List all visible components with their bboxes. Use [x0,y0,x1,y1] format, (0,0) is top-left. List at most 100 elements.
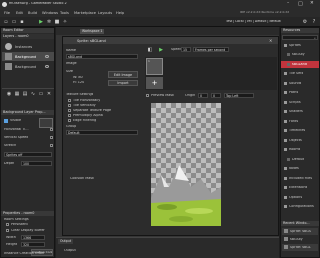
tab-workspace-1[interactable]: Workspace 1 [80,29,105,34]
tab-output[interactable]: Output [58,239,74,244]
resource-tree-item[interactable]: Tile Sets [281,71,319,78]
group-label: Group [66,125,77,128]
resource-tree-item[interactable]: Default [281,156,319,163]
minimize-button[interactable]: – [287,1,289,6]
resource-tree-item[interactable]: Shaders [281,109,319,116]
sprite-canvas[interactable] [145,101,277,235]
resource-label: Fonts [289,119,299,123]
width-field[interactable]: 1366 [21,235,45,240]
edit-image-button[interactable]: Edit Image [108,71,138,78]
tile-vertically-label: Tile Vertically [73,104,96,107]
origin-y-field[interactable]: 0 [211,93,221,98]
visibility-eye-icon[interactable] [45,65,49,68]
add-tile-layer-icon[interactable]: ▤ [22,91,28,97]
edge-filtering-checkbox[interactable] [68,119,71,122]
recent-item[interactable]: sBGSky [282,236,318,243]
add-path-layer-icon[interactable]: ∿ [30,91,36,97]
visible-checkbox[interactable] [4,119,8,123]
layers-header: Layers - room0 [1,34,54,39]
texture-settings-label[interactable]: Texture Settings [66,93,93,97]
resource-tree-item[interactable]: Options [281,194,319,201]
add-folder-icon[interactable]: ▭ [38,91,44,97]
new-project-icon[interactable]: ▫ [3,19,9,25]
frame-prev-icon[interactable]: ◧ [147,47,153,53]
height-field[interactable]: 320 [21,242,45,247]
resource-tree-item[interactable]: Timelines [281,128,319,135]
play-icon[interactable]: ▶ [38,19,44,25]
resources-search[interactable]: ⌕ [282,35,318,40]
folder-icon [284,148,287,151]
import-button[interactable]: Import [108,80,138,86]
speed-unit-dropdown[interactable]: Frames per second [193,47,229,52]
stop-icon[interactable]: ■ [54,19,60,25]
menu-help[interactable]: Help [116,11,124,15]
help-icon[interactable]: ? [311,19,317,25]
resource-tree-item[interactable]: sBGLand [281,61,319,68]
room-settings-header[interactable]: Room Settings [4,218,29,222]
clean-icon[interactable]: ✧ [62,19,68,25]
vtiled-checkbox[interactable] [50,136,53,139]
height-value: H: 120 [73,81,85,84]
origin-x-field[interactable]: 0 [198,93,208,98]
menu-layouts[interactable]: Layouts [98,11,112,15]
menu-tools[interactable]: Tools [60,11,69,15]
resource-tree-item[interactable]: Extensions [281,185,319,192]
resource-tree-item[interactable]: Rooms [281,147,319,154]
resource-tree-item[interactable]: Notes [281,166,319,173]
settings-icon[interactable]: ⚙ [302,19,308,25]
layer-item[interactable]: Background [2,62,54,71]
target-selector[interactable]: Test | Local | VM | Default | default [226,20,281,24]
stretch-checkbox[interactable] [50,144,53,147]
layer-item[interactable]: Instances [2,42,54,51]
preview-mask-checkbox[interactable] [146,94,149,97]
add-instances-layer-icon[interactable]: ◉ [6,91,12,97]
resource-tree-item[interactable]: Sprites [281,42,319,49]
open-project-icon[interactable]: ▭ [11,19,17,25]
close-button[interactable]: ✕ [310,1,314,6]
frame-thumbnail[interactable]: 1 [146,58,163,75]
clear-display-buffer-checkbox[interactable] [6,229,9,232]
layer-item[interactable]: Background [2,52,54,61]
tile-horizontally-checkbox[interactable] [68,99,71,102]
play-animation-icon[interactable]: ▶ [158,47,164,53]
resource-tree-item[interactable]: Fonts [281,118,319,125]
speed-field[interactable]: 15 [181,47,191,52]
resource-label: Rooms [289,148,301,151]
close-window-icon[interactable]: ✕ [269,38,272,43]
name-field[interactable]: sBGLand [66,54,138,59]
origin-preset-dropdown[interactable]: Top Left [224,93,254,98]
depth-field[interactable]: 100 [21,161,52,166]
menu-edit[interactable]: Edit [16,11,23,15]
save-icon[interactable]: ▪ [19,19,25,25]
add-frame-icon[interactable]: + [146,77,163,89]
debug-icon[interactable]: ✲ [46,19,52,25]
maximize-button[interactable]: □ [298,1,303,7]
folder-icon [284,186,287,189]
collision-mask-label[interactable]: Collision Mask [70,177,94,181]
resource-tree-item[interactable]: Sounds [281,80,319,87]
sprite-field[interactable]: Sprites off [4,152,52,157]
menu-build[interactable]: Build [28,11,37,15]
resource-tree-item[interactable]: Scripts [281,99,319,106]
resource-tree-item[interactable]: Included Files [281,175,319,182]
recent-item[interactable]: Sprite: sBGL [282,244,318,251]
instance-creation-order[interactable]: Instance Creation Order [4,252,45,256]
resource-tree-item[interactable]: Paths [281,90,319,97]
delete-layer-icon[interactable]: ✕ [46,91,52,97]
persistent-checkbox[interactable] [6,223,9,226]
menu-windows[interactable]: Windows [42,11,58,15]
add-background-layer-icon[interactable]: ▦ [14,91,20,97]
sprite-preview-thumb[interactable] [39,118,53,128]
menu-file[interactable]: File [4,11,10,15]
group-dropdown[interactable]: Default [66,130,138,135]
tile-vertically-checkbox[interactable] [68,104,71,107]
premultiply-alpha-checkbox[interactable] [68,114,71,117]
separate-texture-page-checkbox[interactable] [68,109,71,112]
htiled-checkbox[interactable] [50,128,53,131]
menu-marketplace[interactable]: Marketplace [74,11,96,15]
resource-tree-item[interactable]: Objects [281,137,319,144]
resource-tree-item[interactable]: Configurations [281,204,319,211]
visibility-eye-icon[interactable] [45,55,49,58]
resource-tree-item[interactable]: sBGSky [281,52,319,59]
recent-item[interactable]: Sprite: sBGS [282,228,318,235]
